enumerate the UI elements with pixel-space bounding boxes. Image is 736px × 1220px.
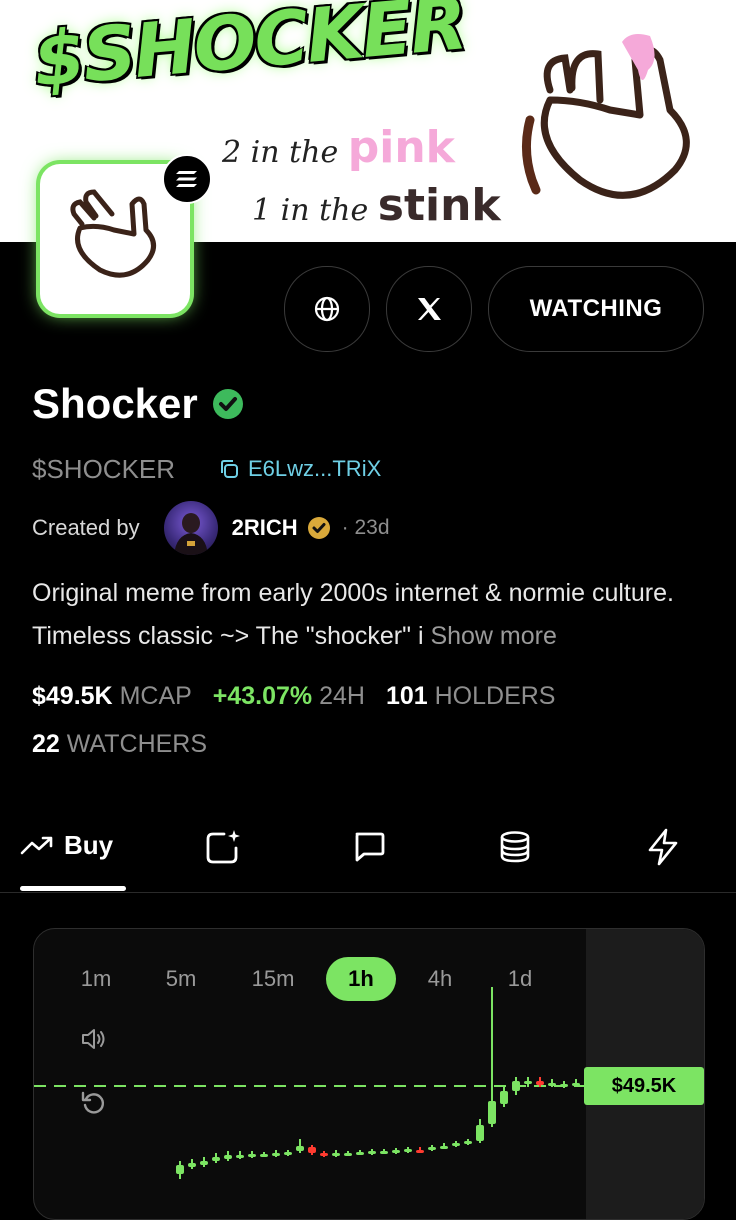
stats-row-2: 22 WATCHERS [32,730,221,759]
candle [464,1139,472,1145]
gold-verified-icon [307,517,330,539]
candle [476,1119,484,1143]
banner-tagline-2-word: stink [377,180,501,231]
watchers-value: 22 [32,730,60,758]
tab-chat[interactable] [352,830,386,864]
price-chart-card: 1m 5m 15m 1h 4h 1d $49.5K [33,928,705,1220]
tab-buy[interactable]: Buy [20,830,113,861]
token-tabs: Buy [0,818,736,893]
shocker-hand-illustration [522,34,690,199]
tab-buy-label: Buy [64,830,114,860]
lightning-icon [648,828,678,866]
banner-tagline-1: 2 in the pink [222,122,455,173]
candle [260,1152,268,1157]
contract-address-copy[interactable]: E6Lwz...TRiX [218,456,381,482]
chat-bubble-icon [355,832,385,862]
website-button[interactable] [284,266,370,352]
token-ticker: $SHOCKER [32,454,176,484]
candle [428,1145,436,1151]
banner-tagline-1-word: pink [347,122,455,173]
created-by-label: Created by [32,515,140,540]
watching-button[interactable]: WATCHING [488,266,704,352]
show-more-link[interactable]: Show more [430,622,556,650]
candle [296,1139,304,1153]
candle [512,1077,520,1095]
banner-tagline-2-prefix: 1 in the [252,193,369,228]
copy-icon [221,460,238,478]
candle [332,1150,340,1157]
candle [500,1087,508,1107]
candle [452,1141,460,1147]
candle [572,1079,580,1087]
description-text: Original meme from early 2000s internet … [32,579,674,650]
current-price-label: $49.5K [584,1067,704,1105]
verified-check-icon [212,389,243,419]
candle [440,1143,448,1149]
tab-holders[interactable] [498,830,532,864]
candle [548,1079,556,1087]
candle [368,1149,376,1155]
candle [308,1145,316,1155]
change-24h-label: 24H [319,682,365,710]
mcap-value: $49.5K [32,682,113,710]
banner-tagline-2: 1 in the stink [252,180,501,231]
candle [344,1151,352,1156]
token-description: Original meme from early 2000s internet … [32,572,712,658]
candle [176,1161,184,1179]
active-tab-indicator [20,886,126,891]
candle [356,1150,364,1155]
solana-chain-icon [162,154,212,204]
candle [224,1151,232,1161]
globe-icon [314,296,340,322]
token-name-row: Shocker [32,380,246,428]
x-twitter-button[interactable] [386,266,472,352]
mcap-label: MCAP [119,682,192,710]
coin-stack-icon [500,831,530,863]
shocker-hand-icon [70,189,156,278]
candle [212,1153,220,1163]
banner-tagline-1-prefix: 2 in the [222,135,339,170]
candle [284,1150,292,1156]
holders-value: 101 [385,682,428,710]
contract-address: E6Lwz...TRiX [248,456,382,481]
sparkle-square-icon [206,830,240,864]
candle [392,1148,400,1154]
candle [272,1150,280,1157]
holders-label: HOLDERS [434,682,556,710]
candle [248,1151,256,1158]
creator-avatar[interactable] [163,501,218,555]
candle [236,1151,244,1159]
candle [188,1159,196,1169]
tab-activity[interactable] [646,828,680,866]
creator-name[interactable]: 2RICH [232,515,298,541]
x-logo-icon [418,298,441,320]
banner-title: $SHOCKER [30,0,469,104]
trending-up-icon [20,836,53,854]
candle [200,1157,208,1167]
tab-create[interactable] [204,828,242,866]
candle [404,1147,412,1153]
watchers-label: WATCHERS [66,730,208,758]
stats-row-1: $49.5K MCAP +43.07% 24H 101 HOLDERS [32,682,569,711]
candle [416,1147,424,1153]
candle [380,1149,388,1154]
candle [488,987,496,1127]
token-name: Shocker [32,380,198,427]
creator-row: Created by 2RICH · 23d [32,500,390,556]
creator-age: · 23d [341,516,390,539]
candle [320,1151,328,1157]
change-24h-value: +43.07% [212,682,313,710]
